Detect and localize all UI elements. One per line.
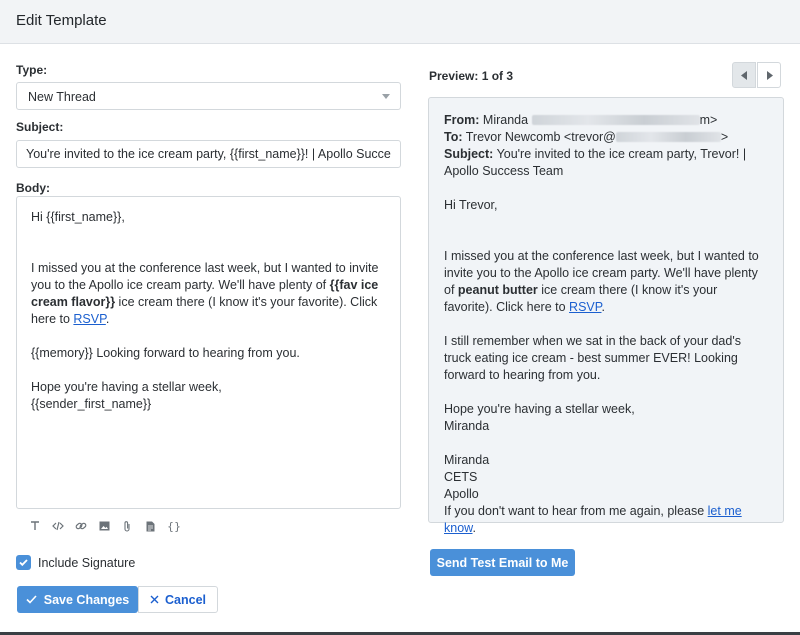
cancel-label: Cancel: [165, 592, 206, 607]
body-rsvp-link[interactable]: RSVP: [73, 312, 105, 326]
preview-signature-company: Apollo: [444, 487, 479, 501]
preview-paragraph-2: I still remember when we sat in the back…: [444, 334, 741, 382]
preview-subject-label: Subject:: [444, 147, 494, 161]
body-paragraph-1: I missed you at the conference last week…: [31, 260, 386, 328]
chevron-right-icon: [766, 70, 773, 80]
preview-paragraph-1: I missed you at the conference last week…: [444, 248, 768, 316]
redacted-email: [531, 115, 700, 125]
save-changes-button[interactable]: Save Changes: [17, 586, 138, 613]
email-preview: From: Miranda m> To: Trevor Newcomb <tre…: [428, 97, 784, 535]
code-icon[interactable]: [51, 519, 65, 533]
checkmark-icon: [26, 595, 37, 604]
preview-closing-name: Miranda: [444, 419, 490, 433]
send-test-email-button[interactable]: Send Test Email to Me: [430, 549, 575, 576]
redacted-email: [615, 132, 721, 142]
modal-title: Edit Template: [16, 12, 107, 29]
attachment-icon[interactable]: [120, 519, 134, 533]
body-p1-text-a: I missed you at the conference last week…: [31, 261, 379, 292]
body-paragraph-2: {{memory}} Looking forward to hearing fr…: [31, 346, 300, 360]
variable-icon[interactable]: {}: [166, 519, 182, 533]
preview-unsubscribe-end: .: [472, 521, 476, 535]
preview-from-name: Miranda: [482, 113, 529, 127]
preview-unsubscribe-line: If you don't want to hear from me again,…: [444, 503, 768, 537]
body-signature-variable: {{sender_first_name}}: [31, 397, 152, 411]
cancel-button[interactable]: Cancel: [138, 586, 218, 613]
preview-from-label: From:: [444, 113, 480, 127]
preview-to-value: Trevor Newcomb <trevor@: [465, 130, 616, 144]
preview-to-label: To:: [444, 130, 463, 144]
body-greeting: Hi {{first_name}},: [31, 210, 125, 224]
chevron-down-icon: [382, 94, 390, 99]
type-select-value: New Thread: [28, 90, 96, 104]
image-icon[interactable]: [97, 519, 111, 533]
body-label: Body:: [16, 181, 50, 195]
body-p1-text-c: .: [105, 312, 110, 326]
preview-from-line: From: Miranda m>: [444, 112, 768, 129]
modal-header: Edit Template: [0, 0, 800, 44]
body-closing: Hope you're having a stellar week,: [31, 380, 222, 394]
preview-prev-button[interactable]: [732, 62, 756, 88]
editor-toolbar: {}: [28, 518, 182, 534]
text-format-icon[interactable]: [28, 519, 42, 533]
chevron-left-icon: [740, 70, 747, 80]
preview-p1-flavor: peanut butter: [457, 283, 538, 297]
preview-to-line: To: Trevor Newcomb <trevor@ >: [444, 129, 768, 146]
include-signature-label: Include Signature: [38, 556, 136, 570]
include-signature-checkbox[interactable]: [16, 555, 31, 570]
subject-label: Subject:: [16, 120, 64, 134]
preview-subject-line: Subject: You're invited to the ice cream…: [444, 146, 768, 180]
preview-counter: Preview: 1 of 3: [429, 69, 514, 83]
preview-unsubscribe-text: If you don't want to hear from me again,…: [444, 504, 708, 518]
preview-p1-text-c: .: [601, 300, 605, 314]
body-editor[interactable]: Hi {{first_name}}, I missed you at the c…: [16, 196, 401, 509]
close-icon: [150, 595, 159, 604]
preview-rsvp-link[interactable]: RSVP: [569, 300, 601, 314]
preview-closing: Hope you're having a stellar week,: [444, 402, 635, 416]
preview-to-end: >: [720, 130, 729, 144]
type-select[interactable]: New Thread: [16, 82, 401, 110]
type-label: Type:: [16, 63, 48, 77]
checkmark-icon: [19, 559, 28, 567]
link-icon[interactable]: [74, 519, 88, 533]
preview-signature-title: CETS: [444, 470, 478, 484]
save-changes-label: Save Changes: [43, 592, 130, 607]
preview-greeting: Hi Trevor,: [444, 198, 498, 212]
snippet-icon[interactable]: [143, 519, 157, 533]
subject-input[interactable]: [16, 140, 401, 168]
preview-next-button[interactable]: [757, 62, 781, 88]
preview-from-end: m>: [699, 113, 718, 127]
preview-signature-name: Miranda: [444, 453, 490, 467]
